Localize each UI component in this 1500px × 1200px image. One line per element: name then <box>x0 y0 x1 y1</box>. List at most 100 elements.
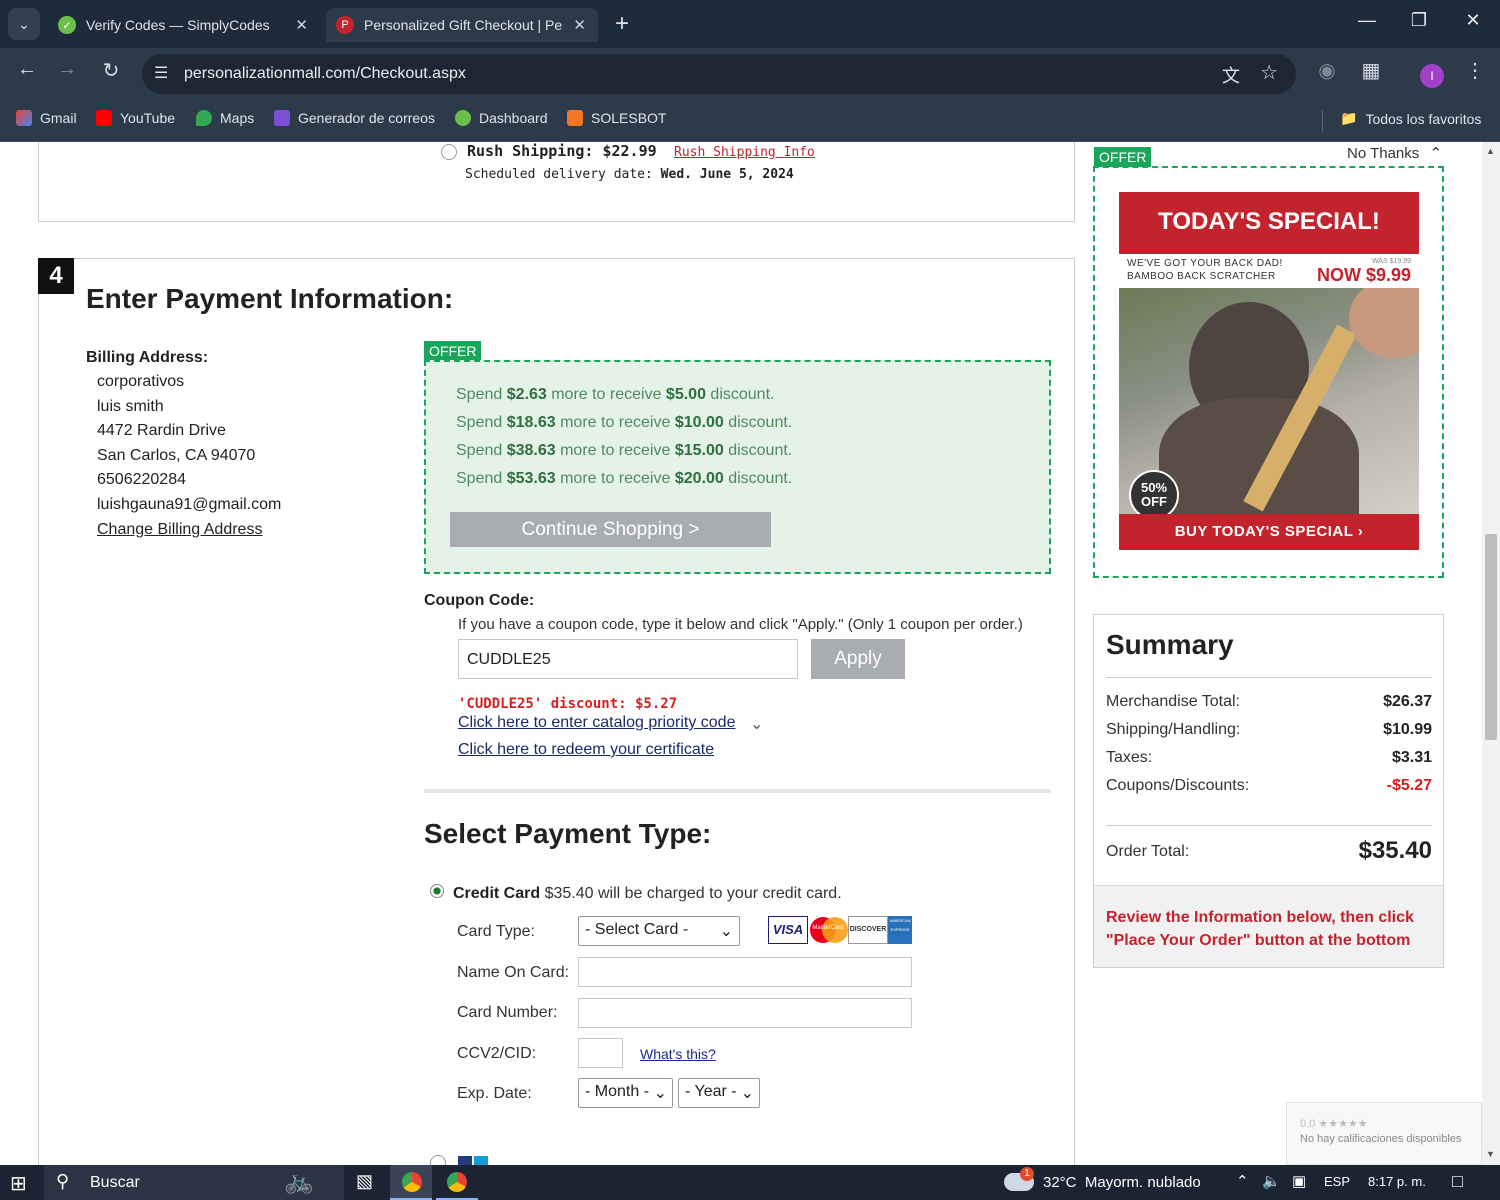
redeem-certificate-link[interactable]: Click here to redeem your certificate <box>458 741 714 759</box>
close-tab-icon[interactable]: ✕ <box>295 16 308 34</box>
tray-chevron-icon[interactable]: ⌃ <box>1236 1172 1249 1190</box>
scrollbar-thumb[interactable] <box>1485 534 1497 740</box>
exp-month-select[interactable]: - Month - ⌄ <box>578 1078 673 1108</box>
ccv-label: CCV2/CID: <box>457 1045 537 1062</box>
tab-title: Verify Codes — SimplyCodes <box>86 17 270 33</box>
paypal-logo <box>458 1156 548 1165</box>
close-tab-icon[interactable]: ✕ <box>573 16 586 34</box>
tab-title: Personalized Gift Checkout | Pe <box>364 17 563 33</box>
card-number-input[interactable] <box>578 998 912 1028</box>
dropdown-arrow-icon: ⌄ <box>740 1085 754 1102</box>
forward-icon[interactable]: → <box>52 58 82 81</box>
close-window-icon[interactable]: ✕ <box>1458 10 1488 31</box>
no-thanks-button[interactable]: No Thanks ⌃ <box>1347 144 1442 162</box>
scheduled-delivery: Scheduled delivery date: Wed. June 5, 20… <box>465 167 794 182</box>
order-total-value: $35.40 <box>1358 837 1432 864</box>
paypal-radio[interactable] <box>430 1155 446 1165</box>
special-banner[interactable]: TODAY'S SPECIAL! WE'VE GOT YOUR BACK DAD… <box>1119 192 1419 550</box>
change-billing-link[interactable]: Change Billing Address <box>97 521 262 539</box>
offer-line: Spend $38.63 more to receive $15.00 disc… <box>456 442 793 459</box>
back-icon[interactable]: ← <box>12 58 42 81</box>
clock[interactable]: 8:17 p. m. <box>1368 1174 1426 1189</box>
whats-this-link[interactable]: What's this? <box>640 1046 716 1062</box>
name-on-card-label: Name On Card: <box>457 964 570 981</box>
chrome-taskbar-icon[interactable] <box>390 1165 432 1200</box>
credit-card-radio[interactable] <box>430 884 444 898</box>
amex-logo: AMERICAN EXPRESS <box>888 916 912 944</box>
all-bookmarks-folder[interactable]: 📁 Todos los favoritos <box>1340 110 1481 127</box>
taskbar-search[interactable]: ⚲ Buscar 🚲 <box>44 1165 344 1200</box>
bookmark-youtube[interactable]: YouTube <box>96 110 175 126</box>
exp-year-select[interactable]: - Year - ⌄ <box>678 1078 760 1108</box>
search-icon: ⚲ <box>56 1171 70 1191</box>
network-icon[interactable]: ▣ <box>1292 1172 1306 1190</box>
bolt-icon <box>274 110 290 126</box>
bookmark-maps[interactable]: Maps <box>196 110 254 126</box>
checkout-page: Rush Shipping: $22.99 Rush Shipping Info… <box>0 142 1482 1165</box>
weather-text[interactable]: 32°C Mayorm. nublado <box>1043 1174 1201 1191</box>
special-now-price: NOW $9.99 <box>1316 265 1411 285</box>
rush-shipping-info-link[interactable]: Rush Shipping Info <box>674 145 815 160</box>
extensions-puzzle-icon[interactable]: ▦ <box>1356 58 1386 83</box>
volume-icon[interactable]: 🔈 <box>1262 1172 1281 1190</box>
dropdown-arrow-icon: ⌄ <box>719 923 733 940</box>
rush-shipping-label: Rush Shipping: $22.99 <box>467 142 657 160</box>
restore-icon[interactable]: ❐ <box>1404 10 1434 31</box>
chevron-down-icon[interactable]: ⌄ <box>750 714 763 734</box>
profile-avatar[interactable]: I <box>1420 64 1444 88</box>
catalog-priority-link[interactable]: Click here to enter catalog priority cod… <box>458 714 735 732</box>
bookmark-generador[interactable]: Generador de correos <box>274 110 435 126</box>
bookmark-star-icon[interactable]: ☆ <box>1260 60 1278 85</box>
tab-verify-codes[interactable]: ✓ Verify Codes — SimplyCodes ✕ <box>48 8 320 42</box>
menu-kebab-icon[interactable]: ⋮ <box>1460 58 1490 83</box>
coupon-input[interactable]: CUDDLE25 <box>458 639 798 679</box>
special-was-price: WAS $19.99 <box>1371 258 1411 265</box>
new-tab-button[interactable]: + <box>608 10 636 38</box>
billing-line: luis smith <box>97 398 164 415</box>
dashboard-icon <box>455 110 471 126</box>
notifications-icon[interactable]: □ <box>1452 1171 1463 1192</box>
card-type-label: Card Type: <box>457 923 535 940</box>
step-number-badge: 4 <box>38 258 74 294</box>
reload-icon[interactable]: ↻ <box>96 58 126 83</box>
site-info-icon[interactable]: ☰ <box>154 63 168 83</box>
bookmark-gmail[interactable]: Gmail <box>16 110 77 126</box>
page-scrollbar[interactable]: ▲ ▼ <box>1482 142 1500 1165</box>
youtube-icon <box>96 110 112 126</box>
offer-label: OFFER <box>424 341 482 361</box>
extension-icon[interactable]: ◉ <box>1312 58 1342 83</box>
minimize-icon[interactable]: — <box>1352 10 1382 31</box>
order-total-row: Order Total: $35.40 <box>1106 837 1432 864</box>
scroll-up-arrow[interactable]: ▲ <box>1486 146 1495 156</box>
task-view-icon[interactable]: ▧ <box>356 1171 373 1192</box>
name-on-card-input[interactable] <box>578 957 912 987</box>
personalizationmall-icon: P <box>336 16 354 34</box>
bookmark-solesbot[interactable]: SOLESBOT <box>567 110 666 126</box>
bookmarks-divider <box>1322 110 1323 132</box>
offer-line: Spend $18.63 more to receive $10.00 disc… <box>456 414 793 431</box>
url-text: personalizationmall.com/Checkout.aspx <box>184 65 466 82</box>
card-type-select[interactable]: - Select Card - ⌄ <box>578 916 740 946</box>
rating-widget[interactable]: 0.0 ★★★★★ No hay calificaciones disponib… <box>1286 1102 1482 1165</box>
summary-title: Summary <box>1106 629 1234 660</box>
tab-checkout[interactable]: P Personalized Gift Checkout | Pe ✕ <box>326 8 598 42</box>
visa-logo: VISA <box>768 916 808 944</box>
continue-shopping-button[interactable]: Continue Shopping > <box>450 512 771 547</box>
summary-row: Coupons/Discounts: -$5.27 <box>1106 777 1432 794</box>
language-indicator[interactable]: ESP <box>1324 1174 1350 1189</box>
windows-start-icon[interactable]: ⊞ <box>10 1171 27 1196</box>
offer-line: Spend $2.63 more to receive $5.00 discou… <box>456 386 775 403</box>
address-bar[interactable]: ☰ personalizationmall.com/Checkout.aspx … <box>142 54 1296 94</box>
apply-coupon-button[interactable]: Apply <box>811 639 905 679</box>
chrome-profile-taskbar-icon[interactable] <box>436 1165 478 1200</box>
scroll-down-arrow[interactable]: ▼ <box>1486 1149 1495 1159</box>
offer-line: Spend $53.63 more to receive $20.00 disc… <box>456 470 793 487</box>
bookmark-dashboard[interactable]: Dashboard <box>455 110 548 126</box>
rush-shipping-radio[interactable] <box>441 144 457 160</box>
buy-special-button[interactable]: BUY TODAY'S SPECIAL › <box>1119 514 1419 550</box>
ccv-input[interactable] <box>578 1038 623 1068</box>
tab-search-button[interactable]: ⌄ <box>8 8 40 40</box>
translate-icon[interactable]: 文 <box>1222 62 1240 88</box>
todays-special-offer: TODAY'S SPECIAL! WE'VE GOT YOUR BACK DAD… <box>1093 166 1444 578</box>
bookmarks-bar: Gmail YouTube Maps Generador de correos … <box>0 100 1500 142</box>
